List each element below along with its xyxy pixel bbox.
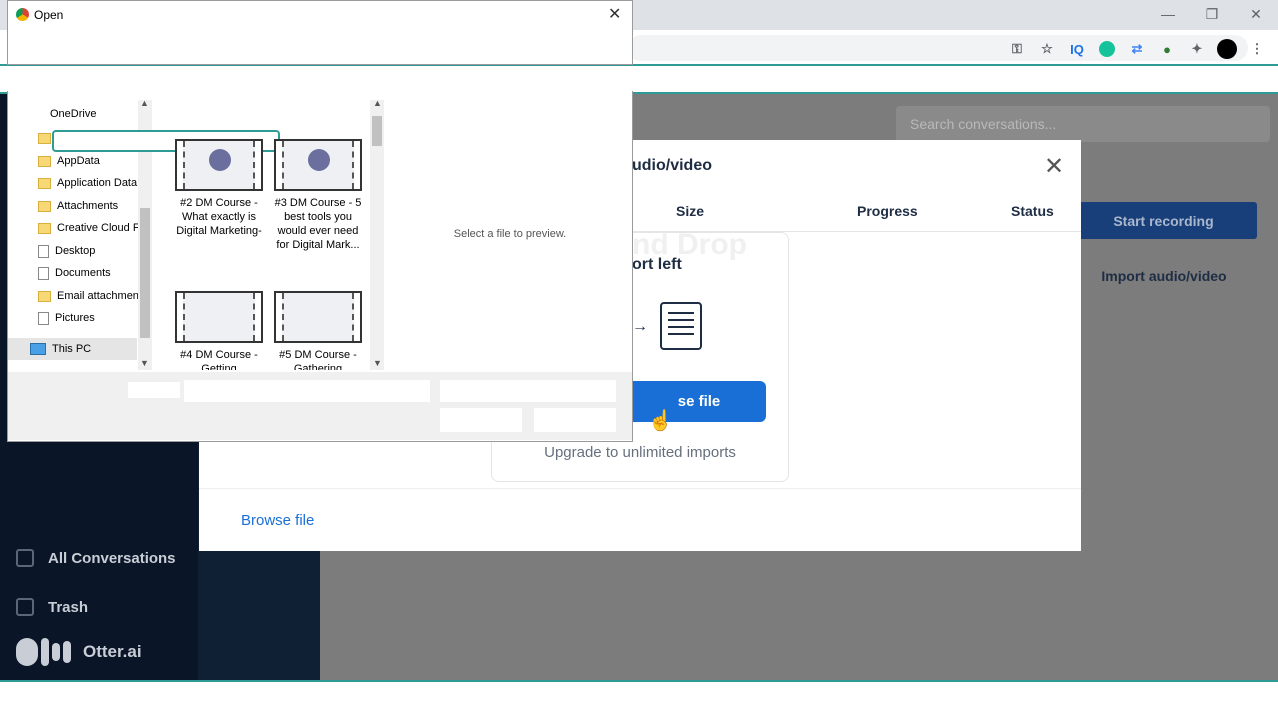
conversations-icon (16, 549, 34, 567)
footer-divider (199, 488, 1081, 489)
scroll-up-icon[interactable]: ▲ (373, 98, 382, 108)
nav-item-label: Documents (55, 267, 111, 279)
column-status: Status (1011, 203, 1054, 219)
folder-icon (38, 132, 51, 144)
video-thumbnail[interactable] (274, 139, 362, 191)
folder-icon (38, 177, 51, 189)
modal-title: udio/video (632, 157, 712, 174)
nav-item-label: Desktop (55, 245, 96, 257)
nav-item-email-attachments[interactable]: Email attachmen (38, 285, 139, 307)
file-label[interactable]: #3 DM Course - 5 best tools you would ev… (270, 196, 366, 252)
nav-scrollbar-thumb[interactable] (140, 208, 150, 338)
close-window-icon[interactable]: ✕ (1234, 0, 1278, 28)
hand-cursor-icon: ☝ (648, 410, 673, 432)
otter-logo-icon (16, 638, 71, 666)
restore-icon[interactable]: ❐ (1190, 0, 1234, 28)
video-logo-icon (308, 149, 330, 171)
nav-item-this-pc[interactable]: This PC (8, 338, 137, 360)
window-controls: — ❐ ✕ (1146, 0, 1278, 30)
nav-item-desktop[interactable]: Desktop (38, 240, 95, 262)
chrome-icon (16, 8, 29, 21)
folder-icon (38, 200, 51, 212)
files-scrollbar-thumb[interactable] (372, 116, 382, 146)
sidebar-item-all-conversations[interactable]: All Conversations (16, 549, 176, 567)
column-progress: Progress (857, 203, 918, 219)
imports-left-text: ort left (632, 256, 682, 273)
video-thumbnail[interactable] (274, 291, 362, 343)
video-thumbnail[interactable] (175, 291, 263, 343)
close-icon[interactable]: ✕ (608, 4, 621, 24)
document-icon (38, 244, 49, 258)
menu-dots-icon[interactable]: ⋮ (1246, 38, 1268, 60)
scroll-up-icon[interactable]: ▲ (140, 98, 149, 108)
arrow-icon: → (632, 318, 648, 335)
translate-icon[interactable]: ⇄ (1126, 38, 1148, 60)
filename-input[interactable] (184, 380, 430, 402)
otter-logo[interactable]: Otter.ai (16, 638, 142, 666)
nav-item-label: AppData (57, 155, 100, 167)
scroll-down-icon[interactable]: ▼ (373, 358, 382, 368)
key-icon[interactable]: ⚿ (1006, 38, 1028, 60)
column-size: Size (676, 203, 705, 219)
dialog-title: Open (34, 8, 64, 22)
nav-item-pictures[interactable]: Pictures (38, 307, 95, 329)
nav-item-documents[interactable]: Documents (38, 262, 111, 284)
minimize-icon[interactable]: — (1146, 0, 1190, 28)
file-type-select[interactable] (440, 380, 616, 402)
nav-item-label: Attachments (57, 200, 119, 212)
folder-icon (38, 222, 51, 234)
sidebar-item-label: Trash (48, 598, 89, 616)
start-recording-button[interactable]: Start recording (1070, 202, 1257, 239)
preview-placeholder: Select a file to preview. (453, 228, 567, 240)
document-icon (38, 266, 49, 280)
cancel-button[interactable] (534, 408, 616, 432)
avatar[interactable] (1216, 38, 1238, 60)
computer-icon (30, 343, 46, 355)
folder-icon (38, 155, 51, 167)
video-thumbnail[interactable] (175, 139, 263, 191)
puzzle-icon[interactable]: ✦ (1186, 38, 1208, 60)
sidebar-item-label: All Conversations (48, 549, 176, 567)
extension-icons: ⚿ ☆ IQ ⇄ ● ✦ ⋮ (1006, 36, 1278, 62)
nav-item-onedrive[interactable]: OneDrive (50, 108, 96, 120)
trash-icon (16, 598, 34, 616)
nav-item-label: Application Data (57, 177, 138, 189)
iq-icon[interactable]: IQ (1066, 38, 1088, 60)
nav-item-folder[interactable] (38, 127, 51, 149)
globe-icon[interactable]: ● (1156, 38, 1178, 60)
open-dialog-titlebar (7, 0, 633, 65)
open-button[interactable] (440, 408, 522, 432)
close-icon[interactable]: ✕ (1042, 155, 1066, 179)
search-input[interactable]: Search conversations... (896, 106, 1270, 142)
nav-item-attachments[interactable]: Attachments (38, 195, 118, 217)
video-logo-icon (209, 149, 231, 171)
browse-file-link[interactable]: Browse file (241, 512, 314, 529)
nav-item-appdata[interactable]: AppData (38, 150, 100, 172)
nav-item-application-data[interactable]: Application Data (38, 172, 137, 194)
document-icon (660, 302, 702, 350)
import-audio-video-link[interactable]: Import audio/video (1080, 268, 1248, 284)
nav-item-label: Pictures (55, 312, 95, 324)
nav-item-label: Creative Cloud F (57, 222, 140, 234)
file-label[interactable]: #4 DM Course - Getting (171, 348, 267, 370)
scroll-down-icon[interactable]: ▼ (140, 358, 149, 368)
nav-item-label: This PC (52, 343, 92, 355)
grammarly-icon[interactable] (1096, 38, 1118, 60)
upgrade-link[interactable]: Upgrade to unlimited imports (491, 444, 789, 461)
folder-icon (38, 290, 51, 302)
file-label[interactable]: #5 DM Course - Gathering (270, 348, 366, 370)
filename-label (128, 382, 180, 398)
bookmark-bar (0, 64, 1278, 94)
file-label[interactable]: #2 DM Course - What exactly is Digital M… (171, 196, 267, 238)
brand-name: Otter.ai (83, 642, 142, 661)
sidebar-item-trash[interactable]: Trash (16, 598, 88, 616)
star-icon[interactable]: ☆ (1036, 38, 1058, 60)
nav-item-creative-cloud[interactable]: Creative Cloud F (38, 217, 140, 239)
document-icon (38, 311, 49, 325)
nav-item-label: Email attachmen (57, 290, 139, 302)
bottom-strip (0, 680, 1278, 720)
